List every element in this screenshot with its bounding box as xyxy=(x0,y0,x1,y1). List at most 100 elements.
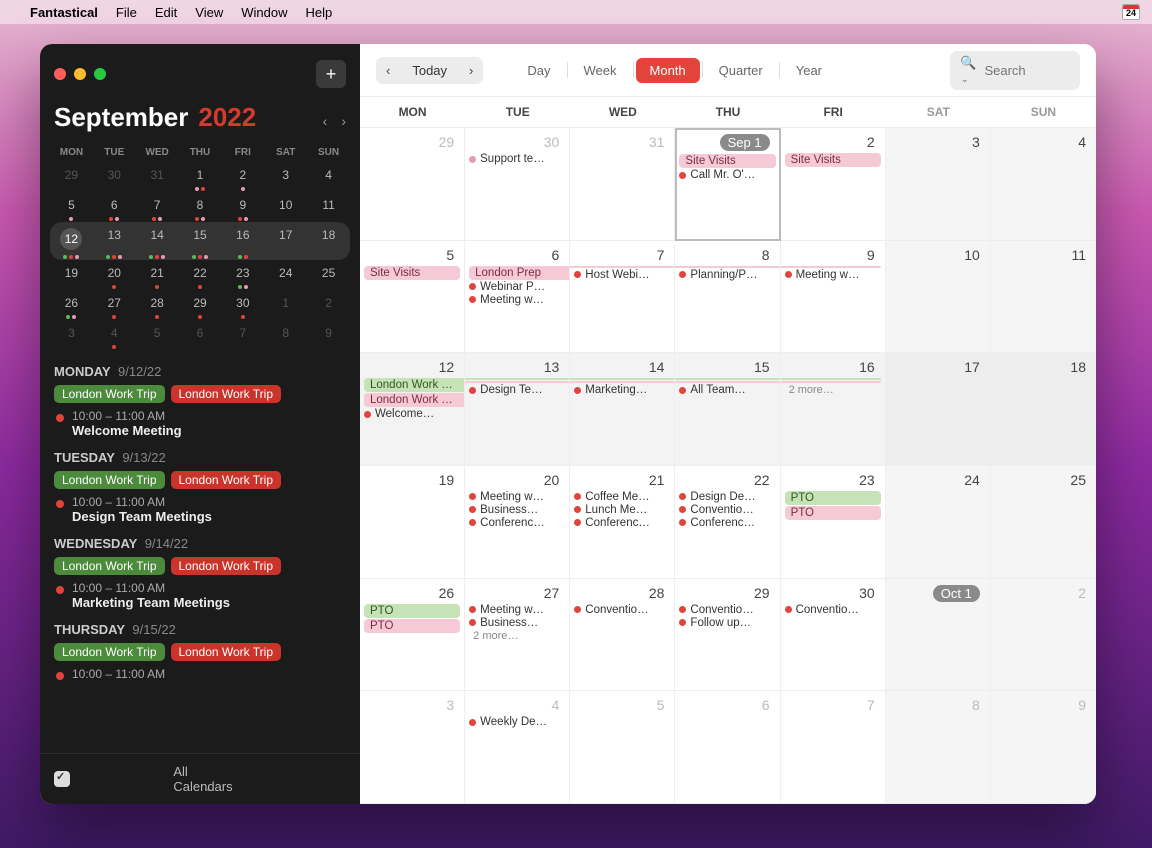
allday-bar[interactable] xyxy=(781,266,881,268)
allday-bar[interactable] xyxy=(675,378,780,380)
event-item[interactable]: Host Webi… xyxy=(574,269,670,281)
day-cell[interactable]: 6London PrepWebinar P…Meeting w… xyxy=(465,241,570,354)
prev-month-button[interactable]: ‹ xyxy=(323,113,328,129)
mini-day[interactable]: 2 xyxy=(221,162,264,192)
allday-bar[interactable] xyxy=(781,378,881,380)
mini-day[interactable]: 20 xyxy=(93,260,136,290)
day-cell[interactable]: 10 xyxy=(886,241,991,354)
event-item[interactable]: Conferenc… xyxy=(574,517,670,529)
event-item[interactable]: Welcome… xyxy=(364,408,460,420)
event-item[interactable]: Webinar P… xyxy=(469,281,565,293)
mini-day[interactable]: 29 xyxy=(50,162,93,192)
event-item[interactable]: Conventio… xyxy=(679,504,775,516)
menu-file[interactable]: File xyxy=(116,5,137,20)
mini-day[interactable]: 4 xyxy=(93,320,136,350)
menu-help[interactable]: Help xyxy=(305,5,332,20)
menu-edit[interactable]: Edit xyxy=(155,5,177,20)
event-item[interactable]: Conventio… xyxy=(574,604,670,616)
allday-bar[interactable] xyxy=(570,381,675,383)
more-events-link[interactable]: 2 more… xyxy=(469,630,565,642)
day-cell[interactable]: 14Marketing… xyxy=(570,353,675,466)
day-cell[interactable]: 162 more… xyxy=(781,353,886,466)
day-cell[interactable]: 31 xyxy=(570,128,675,241)
mini-day[interactable]: 17 xyxy=(264,222,307,260)
day-cell[interactable]: 9Meeting w… xyxy=(781,241,886,354)
mini-day[interactable]: 9 xyxy=(221,192,264,222)
mini-day[interactable]: 30 xyxy=(93,162,136,192)
day-cell[interactable]: 13Design Te… xyxy=(465,353,570,466)
mini-day[interactable]: 7 xyxy=(221,320,264,350)
event-item[interactable]: Conferenc… xyxy=(679,517,775,529)
day-cell[interactable]: 28Conventio… xyxy=(570,579,675,692)
today-button[interactable]: Today xyxy=(400,57,459,84)
mini-day[interactable]: 12 xyxy=(50,222,93,260)
agenda-event[interactable]: 10:00 – 11:00 AM xyxy=(54,667,346,681)
day-cell[interactable]: 4 xyxy=(991,128,1096,241)
mini-day[interactable]: 11 xyxy=(307,192,350,222)
event-item[interactable]: Follow up… xyxy=(679,617,775,629)
day-cell[interactable]: 22Design De…Conventio…Conferenc… xyxy=(675,466,780,579)
event-item[interactable]: All Team… xyxy=(679,384,775,396)
day-cell[interactable]: 3 xyxy=(886,128,991,241)
mini-day[interactable]: 22 xyxy=(179,260,222,290)
search-input[interactable] xyxy=(984,63,1070,78)
allday-bar[interactable]: London Work Trip xyxy=(364,393,465,407)
event-item[interactable]: Meeting w… xyxy=(785,269,881,281)
allday-bar[interactable] xyxy=(570,266,675,268)
allday-bar[interactable] xyxy=(465,381,570,383)
mini-day[interactable]: 13 xyxy=(93,222,136,260)
reminders-toggle[interactable] xyxy=(54,771,70,787)
day-cell[interactable]: 6 xyxy=(675,691,780,804)
menubar-calendar-icon[interactable]: 24 xyxy=(1122,4,1140,20)
more-events-link[interactable]: 2 more… xyxy=(785,384,881,396)
mini-day[interactable]: 7 xyxy=(136,192,179,222)
day-cell[interactable]: 18 xyxy=(991,353,1096,466)
event-item[interactable]: Meeting w… xyxy=(469,294,565,306)
mini-day[interactable]: 27 xyxy=(93,290,136,320)
day-cell[interactable]: 24 xyxy=(886,466,991,579)
allday-bar[interactable] xyxy=(675,381,780,383)
mini-day[interactable]: 8 xyxy=(264,320,307,350)
allday-bar[interactable]: PTO xyxy=(785,491,881,505)
view-day[interactable]: Day xyxy=(513,58,564,83)
day-cell[interactable]: 30Support te… xyxy=(465,128,570,241)
mini-day[interactable]: 1 xyxy=(179,162,222,192)
mini-calendar[interactable]: MONTUEWEDTHUFRISATSUN 293031123456789101… xyxy=(40,141,360,360)
agenda-allday-pill[interactable]: London Work Trip xyxy=(54,385,165,403)
day-cell[interactable]: 8Planning/P… xyxy=(675,241,780,354)
mini-day[interactable]: 30 xyxy=(221,290,264,320)
mini-day[interactable]: 5 xyxy=(136,320,179,350)
event-item[interactable]: Marketing… xyxy=(574,384,670,396)
mini-day[interactable]: 5 xyxy=(50,192,93,222)
day-cell[interactable]: Sep 1Site VisitsCall Mr. O'… xyxy=(675,128,780,241)
agenda-allday-pill[interactable]: London Work Trip xyxy=(54,557,165,575)
allday-bar[interactable] xyxy=(465,378,570,380)
prev-period-button[interactable]: ‹ xyxy=(376,57,400,84)
day-cell[interactable]: 17 xyxy=(886,353,991,466)
event-item[interactable]: Business… xyxy=(469,504,565,516)
agenda-allday-pill[interactable]: London Work Trip xyxy=(171,385,282,403)
agenda-event[interactable]: 10:00 – 11:00 AMMarketing Team Meetings xyxy=(54,581,346,610)
menu-window[interactable]: Window xyxy=(241,5,287,20)
zoom-button[interactable] xyxy=(94,68,106,80)
event-item[interactable]: Weekly De… xyxy=(469,716,565,728)
day-cell[interactable]: 8 xyxy=(886,691,991,804)
event-item[interactable]: Design De… xyxy=(679,491,775,503)
day-cell[interactable]: 23PTOPTO xyxy=(781,466,886,579)
day-cell[interactable]: 19 xyxy=(360,466,465,579)
mini-day[interactable]: 9 xyxy=(307,320,350,350)
day-cell[interactable]: 7 xyxy=(781,691,886,804)
event-item[interactable]: Conventio… xyxy=(785,604,881,616)
view-quarter[interactable]: Quarter xyxy=(705,58,777,83)
event-item[interactable]: Coffee Me… xyxy=(574,491,670,503)
mini-day[interactable]: 6 xyxy=(93,192,136,222)
day-cell[interactable]: 20Meeting w…Business…Conferenc… xyxy=(465,466,570,579)
allday-bar[interactable]: PTO xyxy=(364,619,460,633)
event-item[interactable]: Lunch Me… xyxy=(574,504,670,516)
day-cell[interactable]: 11 xyxy=(991,241,1096,354)
app-menu[interactable]: Fantastical xyxy=(30,5,98,20)
mini-day[interactable]: 1 xyxy=(264,290,307,320)
allday-bar[interactable]: London Prep xyxy=(469,266,570,280)
mini-day[interactable]: 24 xyxy=(264,260,307,290)
day-cell[interactable]: Oct 1 xyxy=(886,579,991,692)
